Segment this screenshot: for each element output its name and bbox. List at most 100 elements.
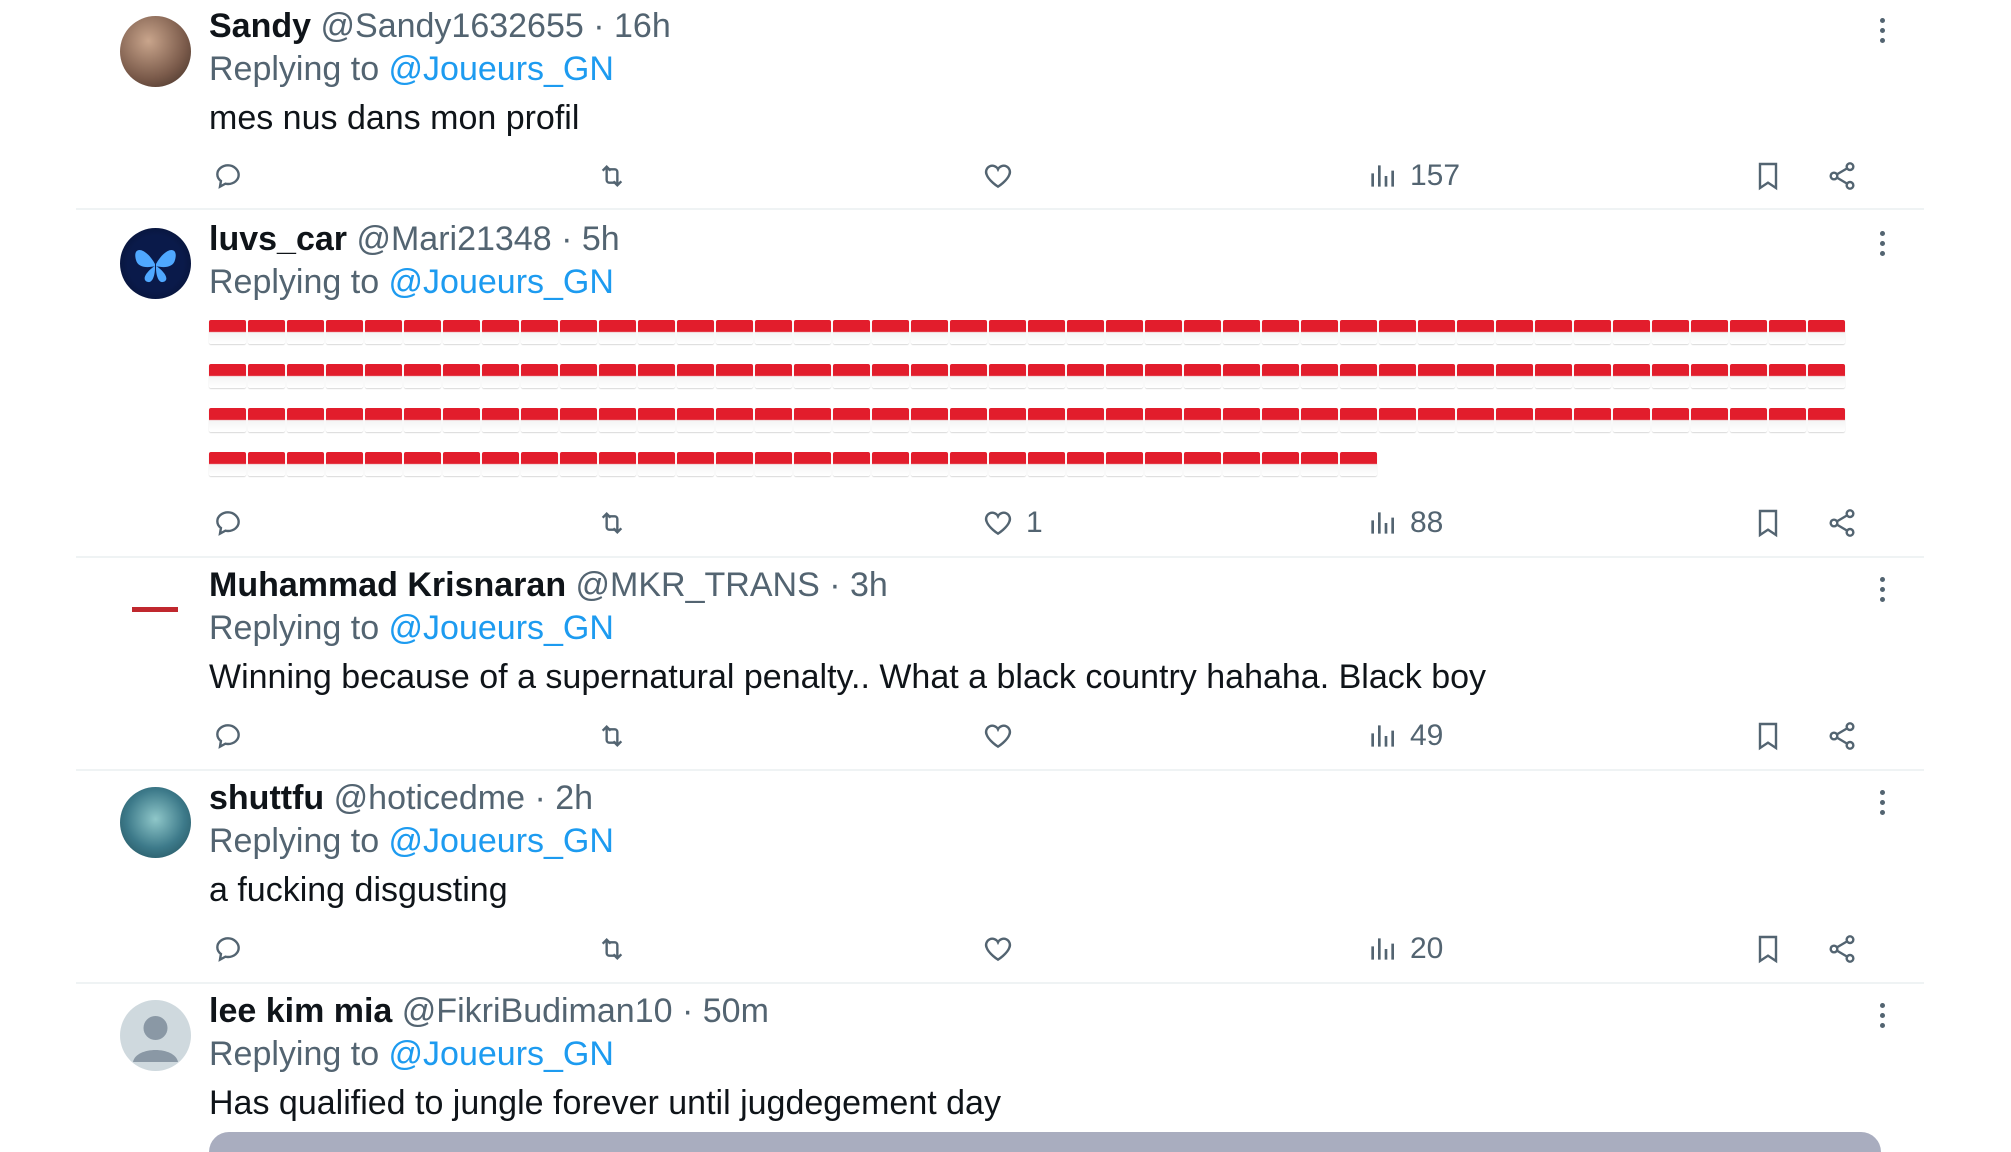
flag-emoji — [1184, 320, 1221, 344]
avatar[interactable] — [120, 787, 191, 858]
author-handle[interactable]: @Sandy1632655 — [321, 7, 584, 45]
author-handle[interactable]: @MKR_TRANS — [576, 566, 820, 604]
flag-emoji — [326, 408, 363, 432]
author-name[interactable]: Sandy — [209, 7, 311, 45]
reply-button[interactable] — [212, 156, 244, 196]
share-button[interactable] — [1826, 156, 1858, 196]
flag-emoji — [1652, 408, 1689, 432]
avatar[interactable] — [120, 16, 191, 87]
flag-emoji — [482, 364, 519, 388]
flag-emoji — [1301, 320, 1338, 344]
flag-emoji — [326, 320, 363, 344]
retweet-button[interactable] — [596, 929, 628, 969]
timestamp[interactable]: · 3h — [829, 566, 888, 604]
like-button[interactable]: 1 — [982, 503, 1043, 543]
like-button[interactable] — [982, 929, 1026, 969]
flag-emoji — [1340, 320, 1377, 344]
view-count: 49 — [1410, 719, 1444, 752]
bookmark-button[interactable] — [1752, 716, 1784, 756]
share-button[interactable] — [1826, 929, 1858, 969]
views-button[interactable]: 157 — [1366, 156, 1460, 196]
media-attachment[interactable] — [209, 1132, 1881, 1152]
mention-link[interactable]: @Joueurs_GN — [389, 50, 614, 88]
author-name[interactable]: luvs_car — [209, 220, 347, 258]
flag-emoji — [755, 408, 792, 432]
bookmark-button[interactable] — [1752, 503, 1784, 543]
retweet-button[interactable] — [596, 156, 628, 196]
flag-emoji — [1223, 452, 1260, 476]
flag-emoji — [1535, 408, 1572, 432]
flag-emoji — [443, 452, 480, 476]
flag-emoji — [404, 364, 441, 388]
bookmark-button[interactable] — [1752, 929, 1784, 969]
flag-emoji — [1340, 364, 1377, 388]
author-name[interactable]: shuttfu — [209, 779, 324, 817]
mention-link[interactable]: @Joueurs_GN — [389, 1035, 614, 1073]
timestamp[interactable]: · 5h — [561, 220, 620, 258]
flag-emoji — [560, 320, 597, 344]
flag-emoji — [1457, 364, 1494, 388]
flag-emoji — [209, 452, 246, 476]
timestamp[interactable]: · 16h — [593, 7, 671, 45]
flag-emoji — [911, 320, 948, 344]
flag-emoji — [1379, 408, 1416, 432]
author-handle[interactable]: @Mari21348 — [356, 220, 551, 258]
like-button[interactable] — [982, 716, 1026, 756]
reply-button[interactable] — [212, 716, 244, 756]
divider — [76, 982, 1924, 984]
mention-link[interactable]: @Joueurs_GN — [389, 263, 614, 301]
more-icon[interactable] — [1878, 231, 1886, 261]
author-handle[interactable]: @FikriBudiman10 — [402, 992, 673, 1030]
replying-to: Replying to @Joueurs_GN — [209, 821, 614, 861]
flag-emoji — [599, 320, 636, 344]
flag-emoji — [911, 364, 948, 388]
avatar[interactable] — [120, 574, 191, 645]
retweet-button[interactable] — [596, 503, 628, 543]
replying-label: Replying to — [209, 822, 389, 860]
views-button[interactable]: 49 — [1366, 716, 1443, 756]
replying-label: Replying to — [209, 1035, 389, 1073]
more-icon[interactable] — [1878, 790, 1886, 820]
flag-emoji — [1028, 364, 1065, 388]
more-icon[interactable] — [1878, 18, 1886, 48]
views-button[interactable]: 20 — [1366, 929, 1443, 969]
share-button[interactable] — [1826, 716, 1858, 756]
tweet-text: Has qualified to jungle forever until ju… — [209, 1084, 1001, 1122]
heart-icon — [984, 937, 1012, 962]
author-handle[interactable]: @hoticedme — [334, 779, 525, 817]
retweet-button[interactable] — [596, 716, 628, 756]
analytics-icon — [1371, 938, 1394, 960]
avatar[interactable] — [120, 1000, 191, 1071]
replying-to: Replying to @Joueurs_GN — [209, 262, 614, 302]
more-icon[interactable] — [1878, 1003, 1886, 1033]
heart-icon — [984, 164, 1012, 189]
timestamp[interactable]: · 50m — [682, 992, 769, 1030]
reply-button[interactable] — [212, 503, 244, 543]
flag-emoji — [950, 408, 987, 432]
flag-emoji — [1730, 320, 1767, 344]
views-button[interactable]: 88 — [1366, 503, 1443, 543]
avatar[interactable] — [120, 228, 191, 299]
author-name[interactable]: lee kim mia — [209, 992, 392, 1030]
tweet-text: mes nus dans mon profil — [209, 99, 580, 137]
flag-emoji — [1769, 364, 1806, 388]
like-button[interactable] — [982, 156, 1026, 196]
flag-emoji — [716, 408, 753, 432]
flag-emoji — [599, 364, 636, 388]
more-icon[interactable] — [1878, 577, 1886, 607]
share-button[interactable] — [1826, 503, 1858, 543]
bookmark-button[interactable] — [1752, 156, 1784, 196]
flag-emoji — [1574, 408, 1611, 432]
mention-link[interactable]: @Joueurs_GN — [389, 609, 614, 647]
mention-link[interactable]: @Joueurs_GN — [389, 822, 614, 860]
flag-emoji — [1574, 364, 1611, 388]
flag-emoji — [560, 408, 597, 432]
flag-emoji — [638, 452, 675, 476]
flag-emoji — [248, 452, 285, 476]
timestamp[interactable]: · 2h — [534, 779, 593, 817]
tweet-text: a fucking disgusting — [209, 871, 508, 909]
author-name[interactable]: Muhammad Krisnaran — [209, 566, 566, 604]
view-count: 88 — [1410, 506, 1444, 539]
reply-button[interactable] — [212, 929, 244, 969]
flag-emoji — [1340, 408, 1377, 432]
